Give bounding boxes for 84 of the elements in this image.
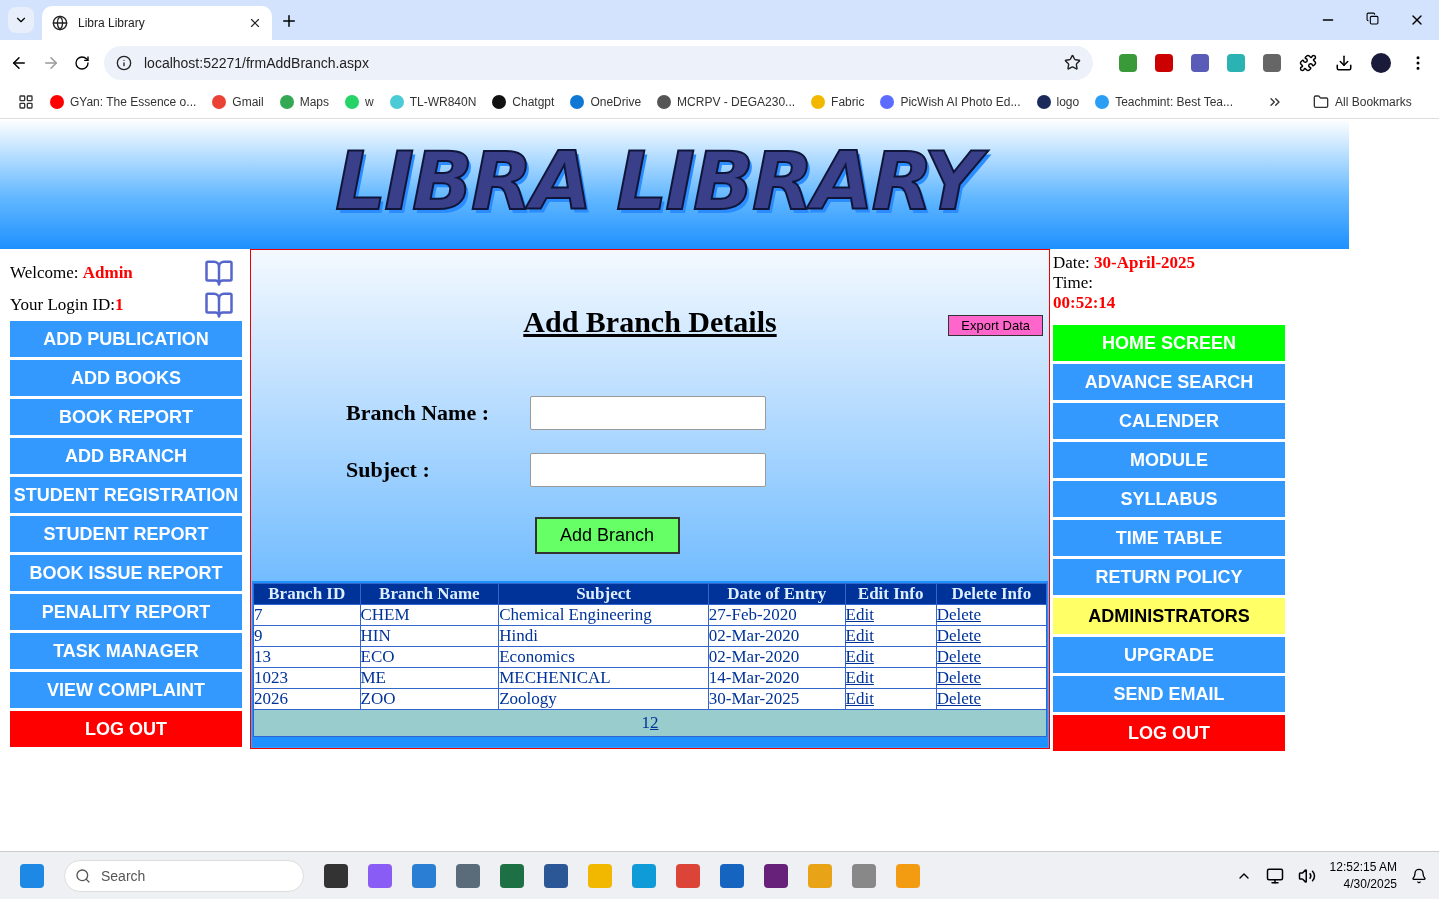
bookmark-link[interactable]: OneDrive [590,94,642,109]
taskbar-app-icon[interactable] [720,863,744,888]
menu-button[interactable]: LOG OUT [10,711,242,747]
info-icon [116,54,132,71]
taskbar-clock[interactable]: 12:52:15 AM 4/30/2025 [1329,858,1397,893]
extension-icon[interactable] [1263,53,1281,72]
taskbar-app-icon[interactable] [544,863,568,888]
apps-icon[interactable] [18,93,34,110]
address-bar[interactable]: localhost:52271/frmAddBranch.aspx [104,45,1093,80]
table-cell: Chemical Engineering [498,604,709,626]
extension-icon[interactable] [1191,53,1209,72]
column-header: Delete Info [936,583,1047,605]
bookmark-link[interactable]: PicWish AI Photo Ed... [900,94,1021,109]
puzzle-icon[interactable] [1299,53,1317,72]
table-cell: Hindi [498,625,709,647]
time-label: Time: [1053,273,1093,292]
page-title: Add Branch Details [523,305,777,339]
field-label: Branch Name : [346,400,490,426]
tab-list-button[interactable] [8,7,34,33]
menu-button[interactable]: LOG OUT [1053,715,1285,751]
table-cell: Zoology [498,688,709,710]
bookmark-link[interactable]: GYan: The Essence o... [70,94,197,109]
table-cell: Economics [498,646,709,668]
tab-title: Libra Library [78,16,146,30]
bookmark-link[interactable]: Chatgpt [512,94,555,109]
logo-text: LIBRA LIBRARY [325,134,994,234]
time-value: 00:52:14 [1053,293,1116,312]
browser-tab[interactable]: Libra Library [42,6,272,40]
bookmark-link[interactable]: Gmail [232,94,264,109]
bookmark-link[interactable]: MCRPV - DEGA230... [677,94,796,109]
new-tab-icon[interactable] [280,12,298,30]
welcome-text: Welcome: Admin [10,263,133,283]
column-header: Edit Info [845,583,937,605]
download-icon[interactable] [1335,53,1353,72]
search-icon [75,867,91,884]
table-cell: 13 [253,646,360,668]
taskbar-app-icon[interactable] [324,863,348,888]
reload-icon[interactable] [74,54,90,71]
table-cell: 1023 [253,667,360,689]
bookmark-link[interactable]: w [365,94,374,109]
page-link[interactable]: 2 [650,713,659,732]
folder-icon [1313,93,1330,110]
input-field[interactable] [530,396,766,430]
table-cell: MECHENICAL [498,667,709,689]
taskbar-app-icon[interactable] [500,863,524,888]
notification-icon[interactable] [1411,867,1427,884]
menu-button[interactable]: ADMINISTRATORS [1053,598,1285,634]
book-icon [204,290,234,320]
extension-icon[interactable] [1155,53,1173,72]
bookmark-link[interactable]: Maps [299,94,329,109]
bookmark-link[interactable]: All Bookmarks [1335,94,1412,109]
bookmark-link[interactable]: Teachmint: Best Tea... [1115,94,1234,109]
add-branch-button[interactable]: Add Branch [534,517,680,554]
login-id-text: Your Login ID:1 [10,295,124,315]
input-field[interactable] [530,453,766,487]
column-header: Branch ID [253,583,360,605]
globe-icon [52,15,68,31]
table-cell: 7 [253,604,360,626]
search-field[interactable]: Search [64,859,304,892]
export-button[interactable]: Export Data [948,315,1043,336]
restore-icon[interactable] [1366,12,1379,25]
star-icon[interactable] [1064,54,1081,71]
bookmark-link[interactable]: logo [1056,94,1080,109]
date-text: Date: 30-April-2025 [1053,253,1196,272]
bookmark-link[interactable]: Fabric [831,94,865,109]
taskbar-app-icon[interactable] [764,863,788,888]
field-label: Subject : [346,457,431,483]
taskbar-app-icon[interactable] [456,863,480,888]
extension-icon[interactable] [1227,53,1245,72]
profile-avatar[interactable] [1371,52,1391,73]
column-header: Subject [498,583,709,605]
column-header: Branch Name [360,583,499,605]
network-icon[interactable] [1265,866,1284,885]
extension-icon[interactable] [1119,53,1137,72]
address-text: localhost:52271/frmAddBranch.aspx [144,54,370,71]
bookmark-link[interactable]: TL-WR840N [409,94,477,109]
close-icon[interactable] [248,16,262,30]
search-placeholder: Search [101,867,146,884]
book-icon [204,258,234,288]
column-header: Date of Entry [708,583,846,605]
table-cell: 9 [253,625,360,647]
page-link[interactable]: 1 [641,713,650,732]
volume-icon[interactable] [1297,866,1316,885]
table-cell: 2026 [253,688,360,710]
